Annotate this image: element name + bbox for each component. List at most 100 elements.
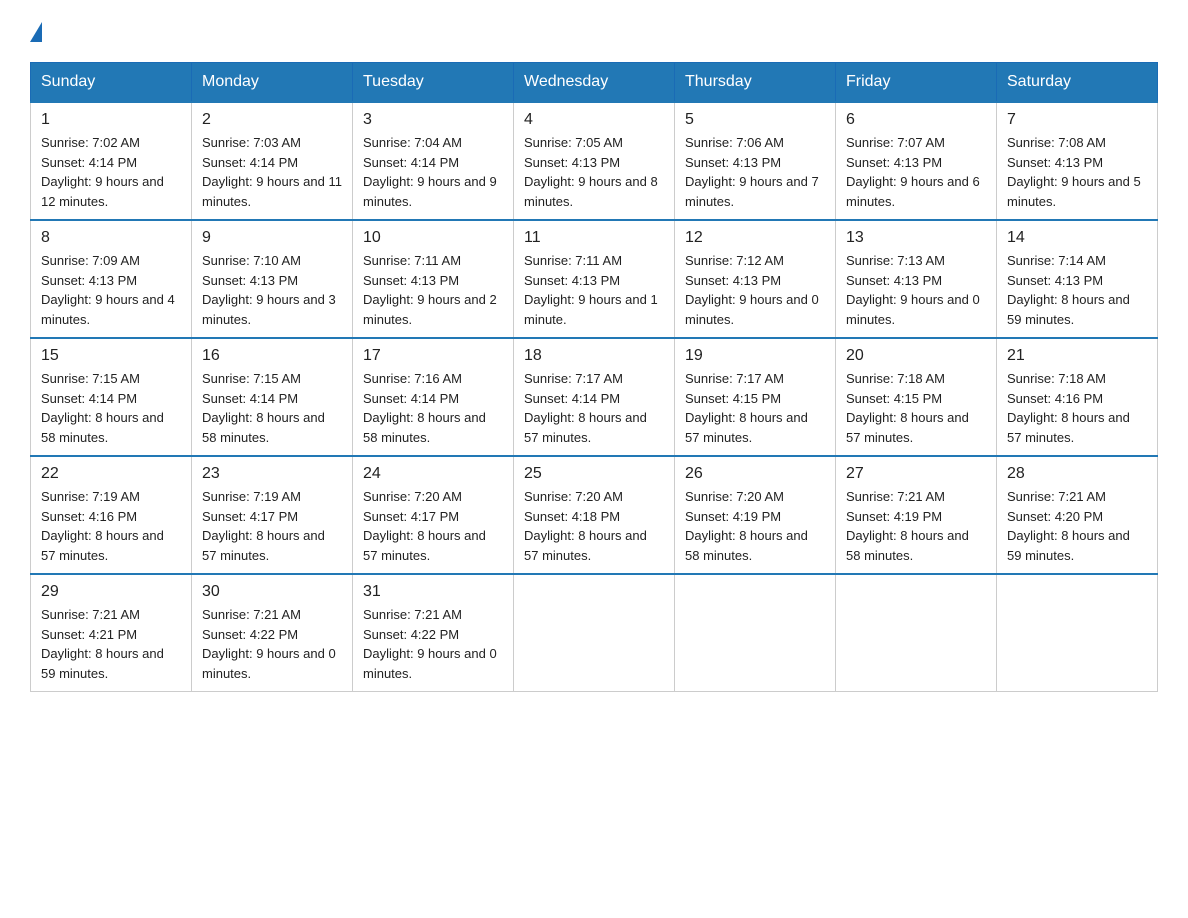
day-number: 10 — [363, 229, 503, 247]
day-number: 27 — [846, 465, 986, 483]
calendar-cell: 16 Sunrise: 7:15 AMSunset: 4:14 PMDaylig… — [192, 338, 353, 456]
calendar-cell: 29 Sunrise: 7:21 AMSunset: 4:21 PMDaylig… — [31, 574, 192, 692]
day-number: 29 — [41, 583, 181, 601]
header-friday: Friday — [836, 63, 997, 103]
page-header — [30, 20, 1158, 42]
header-tuesday: Tuesday — [353, 63, 514, 103]
day-info: Sunrise: 7:06 AMSunset: 4:13 PMDaylight:… — [685, 135, 819, 209]
day-info: Sunrise: 7:18 AMSunset: 4:15 PMDaylight:… — [846, 371, 969, 445]
calendar-cell: 15 Sunrise: 7:15 AMSunset: 4:14 PMDaylig… — [31, 338, 192, 456]
header-sunday: Sunday — [31, 63, 192, 103]
calendar-cell: 31 Sunrise: 7:21 AMSunset: 4:22 PMDaylig… — [353, 574, 514, 692]
day-number: 26 — [685, 465, 825, 483]
day-number: 3 — [363, 111, 503, 129]
calendar-cell: 7 Sunrise: 7:08 AMSunset: 4:13 PMDayligh… — [997, 102, 1158, 220]
day-number: 16 — [202, 347, 342, 365]
day-number: 5 — [685, 111, 825, 129]
day-number: 22 — [41, 465, 181, 483]
calendar-cell: 17 Sunrise: 7:16 AMSunset: 4:14 PMDaylig… — [353, 338, 514, 456]
calendar-week-row: 22 Sunrise: 7:19 AMSunset: 4:16 PMDaylig… — [31, 456, 1158, 574]
day-number: 20 — [846, 347, 986, 365]
logo — [30, 20, 42, 42]
day-info: Sunrise: 7:17 AMSunset: 4:14 PMDaylight:… — [524, 371, 647, 445]
day-info: Sunrise: 7:12 AMSunset: 4:13 PMDaylight:… — [685, 253, 819, 327]
calendar-cell: 13 Sunrise: 7:13 AMSunset: 4:13 PMDaylig… — [836, 220, 997, 338]
calendar-cell: 5 Sunrise: 7:06 AMSunset: 4:13 PMDayligh… — [675, 102, 836, 220]
header-monday: Monday — [192, 63, 353, 103]
day-info: Sunrise: 7:09 AMSunset: 4:13 PMDaylight:… — [41, 253, 175, 327]
day-info: Sunrise: 7:07 AMSunset: 4:13 PMDaylight:… — [846, 135, 980, 209]
day-number: 15 — [41, 347, 181, 365]
calendar-cell: 28 Sunrise: 7:21 AMSunset: 4:20 PMDaylig… — [997, 456, 1158, 574]
calendar-cell — [836, 574, 997, 692]
day-info: Sunrise: 7:21 AMSunset: 4:21 PMDaylight:… — [41, 607, 164, 681]
calendar-cell: 12 Sunrise: 7:12 AMSunset: 4:13 PMDaylig… — [675, 220, 836, 338]
calendar-cell: 14 Sunrise: 7:14 AMSunset: 4:13 PMDaylig… — [997, 220, 1158, 338]
day-number: 17 — [363, 347, 503, 365]
calendar-cell: 22 Sunrise: 7:19 AMSunset: 4:16 PMDaylig… — [31, 456, 192, 574]
calendar-cell: 6 Sunrise: 7:07 AMSunset: 4:13 PMDayligh… — [836, 102, 997, 220]
day-info: Sunrise: 7:21 AMSunset: 4:22 PMDaylight:… — [363, 607, 497, 681]
day-info: Sunrise: 7:19 AMSunset: 4:16 PMDaylight:… — [41, 489, 164, 563]
day-number: 19 — [685, 347, 825, 365]
day-info: Sunrise: 7:02 AMSunset: 4:14 PMDaylight:… — [41, 135, 164, 209]
calendar-cell: 11 Sunrise: 7:11 AMSunset: 4:13 PMDaylig… — [514, 220, 675, 338]
day-info: Sunrise: 7:21 AMSunset: 4:22 PMDaylight:… — [202, 607, 336, 681]
day-number: 2 — [202, 111, 342, 129]
logo-triangle-icon — [30, 22, 42, 42]
day-number: 23 — [202, 465, 342, 483]
calendar-week-row: 29 Sunrise: 7:21 AMSunset: 4:21 PMDaylig… — [31, 574, 1158, 692]
day-info: Sunrise: 7:04 AMSunset: 4:14 PMDaylight:… — [363, 135, 497, 209]
day-number: 31 — [363, 583, 503, 601]
calendar-cell: 3 Sunrise: 7:04 AMSunset: 4:14 PMDayligh… — [353, 102, 514, 220]
header-wednesday: Wednesday — [514, 63, 675, 103]
day-info: Sunrise: 7:16 AMSunset: 4:14 PMDaylight:… — [363, 371, 486, 445]
calendar-table: SundayMondayTuesdayWednesdayThursdayFrid… — [30, 62, 1158, 692]
calendar-cell: 2 Sunrise: 7:03 AMSunset: 4:14 PMDayligh… — [192, 102, 353, 220]
day-number: 18 — [524, 347, 664, 365]
day-info: Sunrise: 7:19 AMSunset: 4:17 PMDaylight:… — [202, 489, 325, 563]
day-number: 8 — [41, 229, 181, 247]
day-number: 21 — [1007, 347, 1147, 365]
day-number: 28 — [1007, 465, 1147, 483]
day-number: 4 — [524, 111, 664, 129]
header-saturday: Saturday — [997, 63, 1158, 103]
calendar-header-row: SundayMondayTuesdayWednesdayThursdayFrid… — [31, 63, 1158, 103]
calendar-cell: 10 Sunrise: 7:11 AMSunset: 4:13 PMDaylig… — [353, 220, 514, 338]
calendar-cell: 1 Sunrise: 7:02 AMSunset: 4:14 PMDayligh… — [31, 102, 192, 220]
calendar-cell — [675, 574, 836, 692]
calendar-cell: 21 Sunrise: 7:18 AMSunset: 4:16 PMDaylig… — [997, 338, 1158, 456]
calendar-cell: 4 Sunrise: 7:05 AMSunset: 4:13 PMDayligh… — [514, 102, 675, 220]
calendar-cell: 18 Sunrise: 7:17 AMSunset: 4:14 PMDaylig… — [514, 338, 675, 456]
day-info: Sunrise: 7:18 AMSunset: 4:16 PMDaylight:… — [1007, 371, 1130, 445]
day-number: 24 — [363, 465, 503, 483]
calendar-cell — [997, 574, 1158, 692]
day-info: Sunrise: 7:17 AMSunset: 4:15 PMDaylight:… — [685, 371, 808, 445]
day-info: Sunrise: 7:21 AMSunset: 4:19 PMDaylight:… — [846, 489, 969, 563]
day-info: Sunrise: 7:14 AMSunset: 4:13 PMDaylight:… — [1007, 253, 1130, 327]
calendar-cell: 20 Sunrise: 7:18 AMSunset: 4:15 PMDaylig… — [836, 338, 997, 456]
day-info: Sunrise: 7:08 AMSunset: 4:13 PMDaylight:… — [1007, 135, 1141, 209]
day-info: Sunrise: 7:20 AMSunset: 4:18 PMDaylight:… — [524, 489, 647, 563]
day-info: Sunrise: 7:15 AMSunset: 4:14 PMDaylight:… — [41, 371, 164, 445]
day-info: Sunrise: 7:20 AMSunset: 4:17 PMDaylight:… — [363, 489, 486, 563]
calendar-week-row: 1 Sunrise: 7:02 AMSunset: 4:14 PMDayligh… — [31, 102, 1158, 220]
calendar-cell: 24 Sunrise: 7:20 AMSunset: 4:17 PMDaylig… — [353, 456, 514, 574]
calendar-cell — [514, 574, 675, 692]
day-info: Sunrise: 7:21 AMSunset: 4:20 PMDaylight:… — [1007, 489, 1130, 563]
calendar-cell: 30 Sunrise: 7:21 AMSunset: 4:22 PMDaylig… — [192, 574, 353, 692]
calendar-week-row: 15 Sunrise: 7:15 AMSunset: 4:14 PMDaylig… — [31, 338, 1158, 456]
calendar-cell: 26 Sunrise: 7:20 AMSunset: 4:19 PMDaylig… — [675, 456, 836, 574]
day-number: 12 — [685, 229, 825, 247]
calendar-cell: 27 Sunrise: 7:21 AMSunset: 4:19 PMDaylig… — [836, 456, 997, 574]
day-info: Sunrise: 7:11 AMSunset: 4:13 PMDaylight:… — [524, 253, 658, 327]
day-info: Sunrise: 7:03 AMSunset: 4:14 PMDaylight:… — [202, 135, 342, 209]
day-info: Sunrise: 7:05 AMSunset: 4:13 PMDaylight:… — [524, 135, 658, 209]
calendar-cell: 19 Sunrise: 7:17 AMSunset: 4:15 PMDaylig… — [675, 338, 836, 456]
day-info: Sunrise: 7:15 AMSunset: 4:14 PMDaylight:… — [202, 371, 325, 445]
calendar-cell: 9 Sunrise: 7:10 AMSunset: 4:13 PMDayligh… — [192, 220, 353, 338]
calendar-cell: 8 Sunrise: 7:09 AMSunset: 4:13 PMDayligh… — [31, 220, 192, 338]
day-info: Sunrise: 7:13 AMSunset: 4:13 PMDaylight:… — [846, 253, 980, 327]
day-number: 9 — [202, 229, 342, 247]
day-info: Sunrise: 7:11 AMSunset: 4:13 PMDaylight:… — [363, 253, 497, 327]
